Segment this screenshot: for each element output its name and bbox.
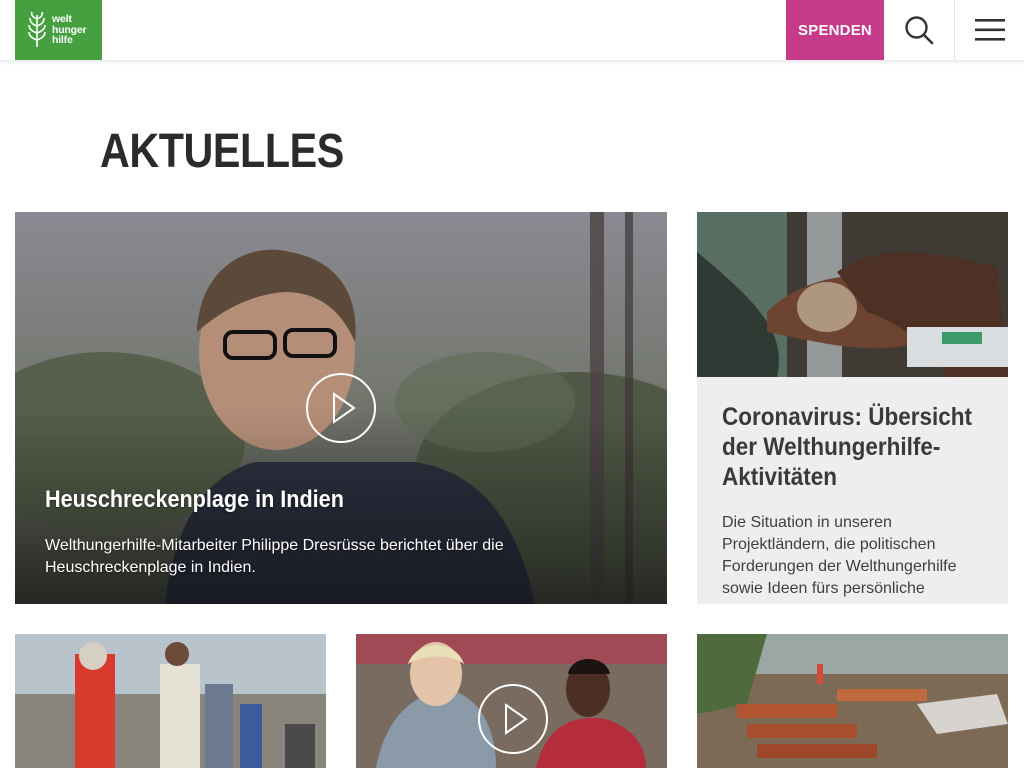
featured-news-teaser: Welthungerhilfe-Mitarbeiter Philippe Dre… (45, 537, 504, 576)
side-news-card[interactable]: Coronavirus: Übersicht der Welthungerhil… (697, 212, 1008, 604)
page-title: AKTUELLES (100, 125, 344, 178)
featured-news-card[interactable]: Heuschreckenplage in Indien Welthungerhi… (15, 212, 667, 604)
play-icon (333, 392, 356, 424)
side-news-image (697, 212, 1008, 377)
play-button[interactable] (306, 373, 376, 443)
side-news-teaser: Die Situation in unseren Projektländern,… (722, 514, 957, 597)
search-icon (905, 16, 934, 45)
logo-word-hilfe: hilfe (52, 34, 73, 47)
search-button[interactable] (884, 0, 955, 60)
news-card-1-image (15, 634, 326, 768)
side-news-title[interactable]: Coronavirus: Übersicht der Welthungerhil… (722, 402, 974, 492)
play-icon (505, 703, 528, 735)
news-card-1[interactable] (15, 634, 326, 768)
wheat-logo-icon (28, 11, 46, 47)
news-card-3[interactable] (697, 634, 1008, 768)
news-card-2[interactable] (356, 634, 667, 768)
logo-wordmark: welt hunger hilfe (52, 14, 87, 47)
play-button-2[interactable] (478, 684, 548, 754)
menu-button[interactable] (955, 0, 1024, 60)
news-card-3-image (697, 634, 1008, 768)
featured-news-title[interactable]: Heuschreckenplage in Indien (45, 486, 344, 514)
donate-button[interactable]: SPENDEN (786, 0, 884, 60)
welthungerhilfe-logo[interactable]: welt hunger hilfe (15, 0, 102, 60)
menu-icon (974, 19, 1005, 41)
site-header: welt hunger hilfe SPENDEN (0, 0, 1024, 60)
